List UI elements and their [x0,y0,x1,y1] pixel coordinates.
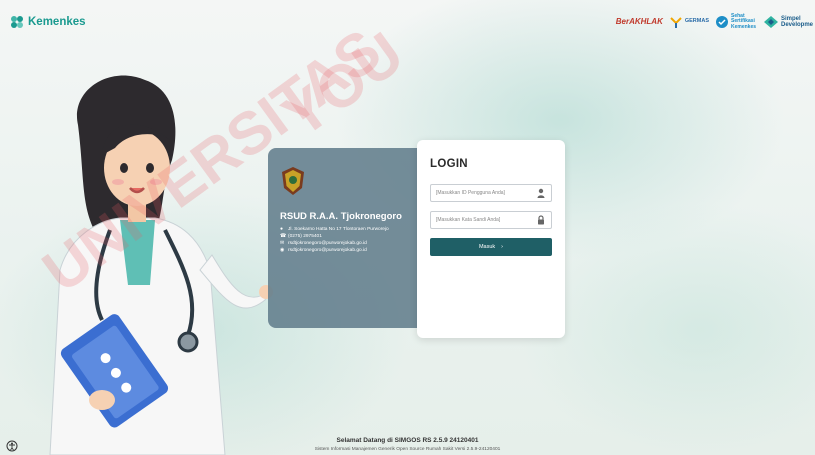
hospital-info-panel: RSUD R.A.A. Tjokronegoro ● Jl. Soekarno … [268,148,420,328]
phone-line: ☎ (0275) 2975401 [280,233,322,239]
footer-welcome: Selamat Datang di SIMGOS RS 2.5.9 241204… [336,437,479,444]
user-icon [537,188,545,198]
login-card: LOGIN Masuk › [417,140,565,338]
footer-subtitle: Sistem Informasi Manajemen Generik Open … [314,447,501,452]
globe-icon: ◉ [280,247,285,253]
email-line: ✉ rsdtjokronegoro@purworejokab.go.id [280,240,367,246]
brand-label: Kemenkes [28,16,86,28]
username-input[interactable] [431,190,536,196]
partner-logos: BerAKHLAK GERMAS Sehat Sertifikasi Kemen… [615,14,813,30]
kemenkes-logo-icon [11,16,23,28]
email-line-2: ◉ rsdtjokronegoro@purworejokab.go.id [280,247,367,253]
username-field[interactable] [430,184,552,202]
doctor-illustration [49,75,273,455]
sehat-icon [716,16,728,28]
lock-icon [538,215,544,225]
chevron-right-icon: › [501,244,504,250]
germas-logo: GERMAS [669,15,709,29]
berakhlak-logo: BerAKHLAK [615,16,663,26]
simpel-logo: Simpel Developme [763,15,813,29]
login-button-label: Masuk [478,244,496,250]
hospital-crest-icon [282,167,304,195]
phone-icon: ☎ [280,233,287,239]
location-icon: ● [280,226,284,232]
login-button[interactable]: Masuk › [430,238,552,256]
email-icon: ✉ [280,240,285,246]
brand[interactable]: Kemenkes [10,15,86,29]
address-line: ● Jl. Soekarno Hatta No 17 Tlontoraen Pu… [280,226,389,232]
password-input[interactable] [431,217,536,223]
accessibility-icon[interactable] [6,440,18,452]
sehat-logo: Sehat Sertifikasi Kemenkes [715,14,757,30]
simpel-icon [764,16,778,28]
login-title: LOGIN [430,158,468,170]
hospital-name: RSUD R.A.A. Tjokronegoro [280,211,402,222]
germas-icon [670,17,682,28]
top-bar: Kemenkes BerAKHLAK GERMAS Sehat Sertifik… [0,0,815,44]
password-field[interactable] [430,211,552,229]
